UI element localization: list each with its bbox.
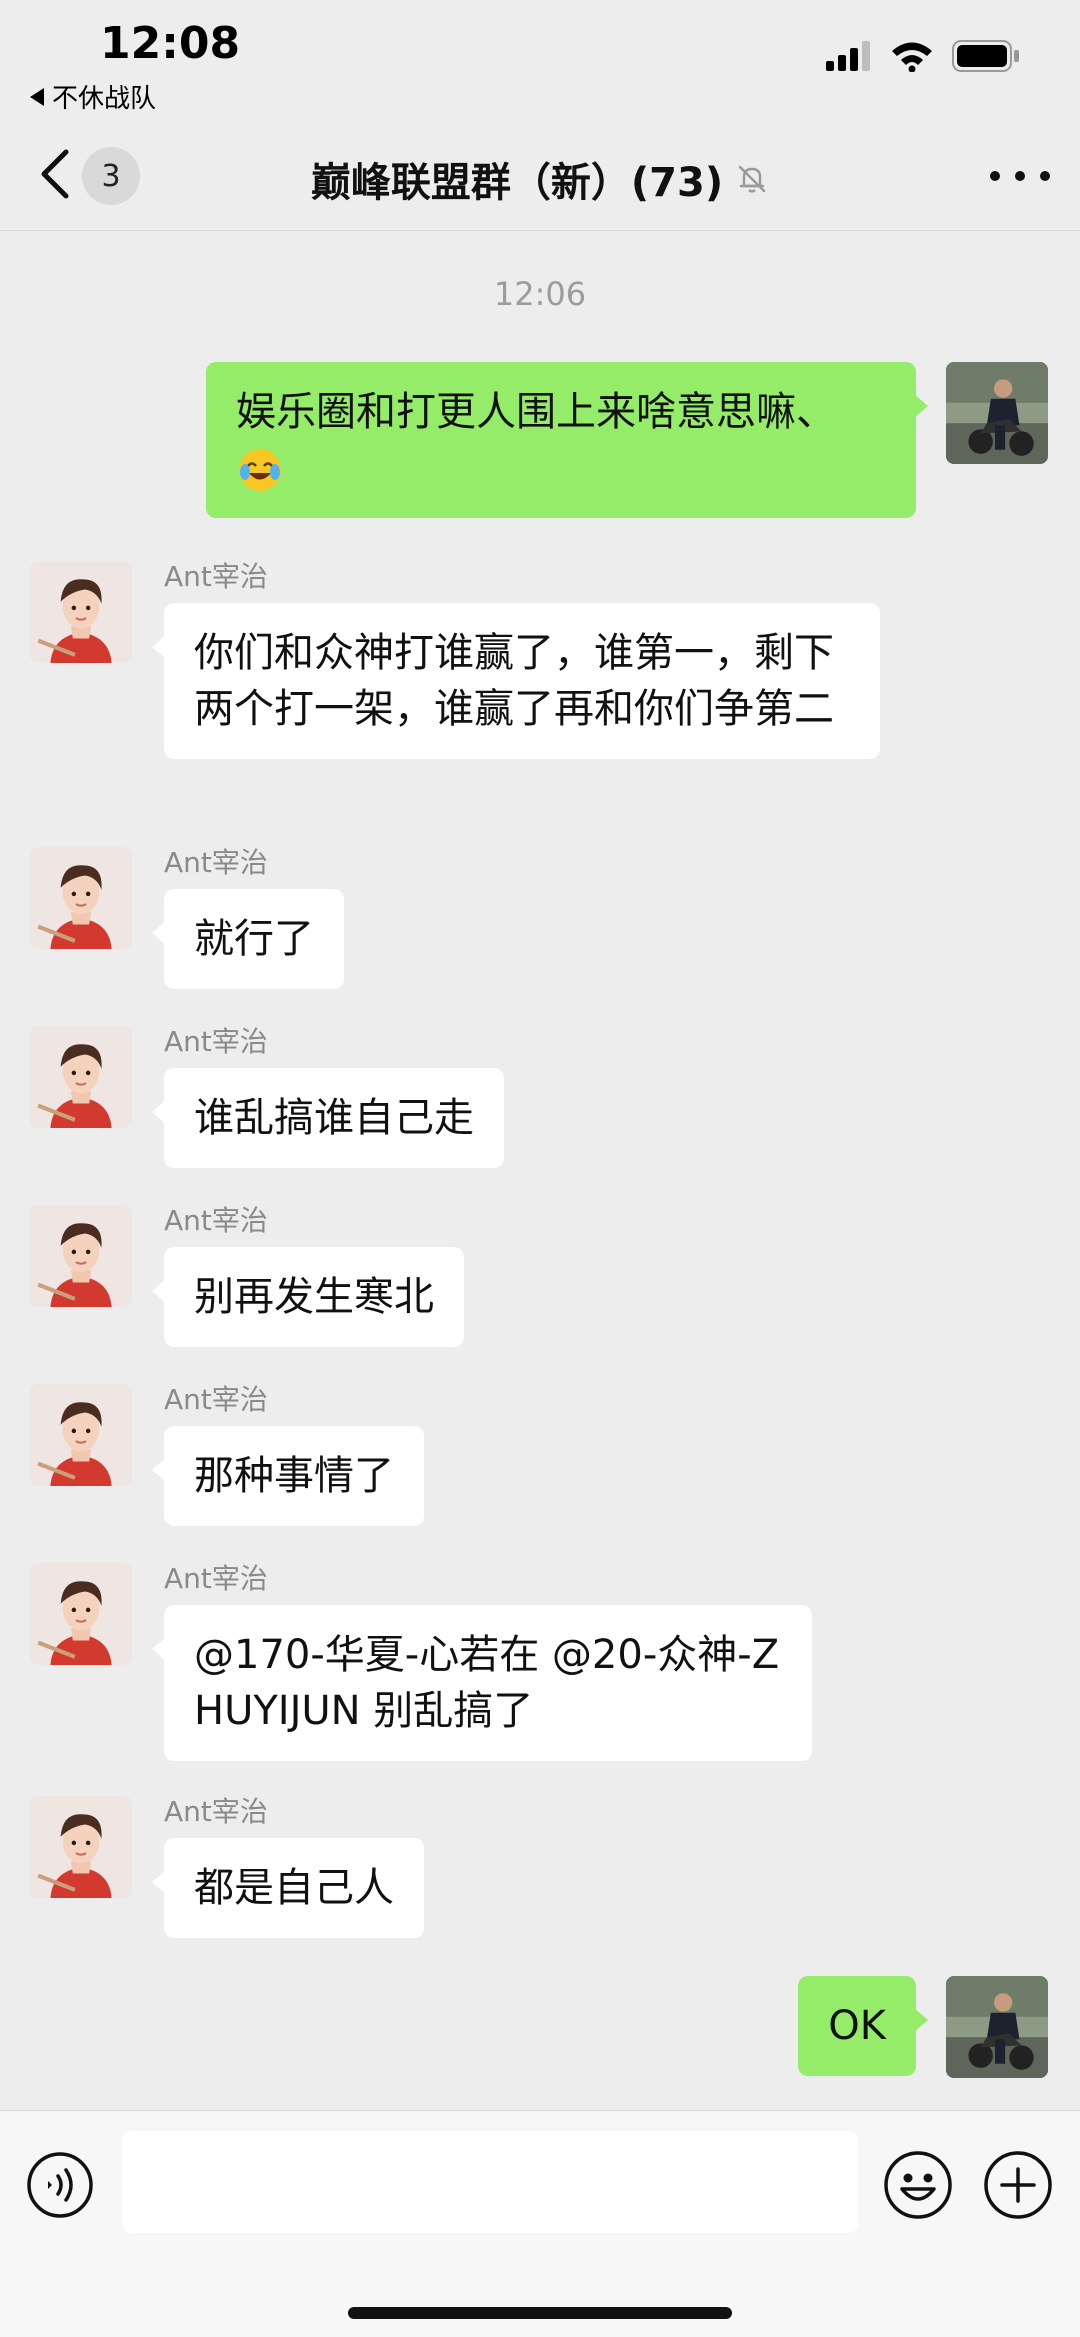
outgoing-bubble[interactable]: OK: [798, 1976, 928, 2076]
dot-icon: [1040, 171, 1050, 181]
message-text: @170-华夏-心若在 @20-众神-ZHUYIJUN 别乱搞了: [194, 1632, 780, 1734]
incoming-bubble[interactable]: @170-华夏-心若在 @20-众神-ZHUYIJUN 别乱搞了: [152, 1605, 812, 1761]
input-bar: [0, 2110, 1080, 2337]
dot-icon: [1015, 171, 1025, 181]
emoji-picker-icon[interactable]: [882, 2149, 954, 2221]
message-text: OK: [828, 2003, 886, 2049]
sender-avatar[interactable]: [30, 847, 132, 949]
sender-name: Ant宰治: [164, 560, 268, 593]
back-app-label: 不休战队: [52, 84, 157, 114]
crying-laughing-emoji-icon: [239, 449, 281, 491]
my-avatar[interactable]: [946, 1976, 1048, 2078]
nav-bar: 3 巅峰联盟群（新）(73): [0, 120, 1080, 231]
back-to-app-link[interactable]: 不休战队: [30, 78, 156, 115]
status-time: 12:08: [100, 18, 241, 69]
back-triangle-icon: [30, 87, 44, 106]
incoming-bubble[interactable]: 别再发生寒北: [152, 1247, 464, 1347]
message-timestamp: 12:06: [493, 275, 587, 313]
cellular-signal-icon: [826, 41, 870, 71]
my-avatar[interactable]: [946, 362, 1048, 464]
incoming-bubble[interactable]: 你们和众神打谁赢了，谁第一，剩下两个打一架，谁赢了再和你们争第二: [152, 603, 880, 759]
message-text: 别再发生寒北: [194, 1274, 434, 1320]
message-text: 你们和众神打谁赢了，谁第一，剩下两个打一架，谁赢了再和你们争第二: [194, 630, 834, 732]
sender-name: Ant宰治: [164, 1795, 268, 1828]
message-text: 那种事情了: [194, 1453, 394, 1499]
dot-icon: [990, 171, 1000, 181]
sender-avatar[interactable]: [30, 1384, 132, 1486]
voice-input-icon[interactable]: [26, 2151, 94, 2219]
battery-icon: [952, 40, 1019, 72]
message-text: 娱乐圈和打更人围上来啥意思嘛、: [236, 389, 836, 435]
message-text: 谁乱搞谁自己走: [194, 1095, 474, 1141]
message-text: 都是自己人: [194, 1865, 394, 1911]
outgoing-bubble[interactable]: 娱乐圈和打更人围上来啥意思嘛、: [206, 362, 928, 518]
message-text: 就行了: [194, 916, 314, 962]
more-options-button[interactable]: [990, 156, 1050, 196]
message-input[interactable]: [122, 2131, 858, 2233]
home-indicator: [348, 2307, 732, 2319]
wifi-icon: [892, 42, 932, 72]
chat-title: 巅峰联盟群（新）(73): [310, 160, 724, 206]
sender-name: Ant宰治: [164, 846, 268, 879]
sender-name: Ant宰治: [164, 1025, 268, 1058]
sender-name: Ant宰治: [164, 1383, 268, 1416]
mute-bell-icon: [738, 165, 766, 193]
sender-name: Ant宰治: [164, 1204, 268, 1237]
incoming-bubble[interactable]: 就行了: [152, 889, 344, 989]
chat-area[interactable]: 12:06 娱乐圈和打更人围上来啥意思嘛、 Ant宰治 你们和众神打谁赢了，谁第…: [0, 231, 1080, 2111]
incoming-bubble[interactable]: 都是自己人: [152, 1838, 424, 1938]
sender-name: Ant宰治: [164, 1562, 268, 1595]
sender-avatar[interactable]: [30, 1563, 132, 1665]
status-bar: 12:08 不休战队: [0, 0, 1080, 120]
sender-avatar[interactable]: [30, 1205, 132, 1307]
more-actions-plus-icon[interactable]: [982, 2149, 1054, 2221]
status-icons: [826, 40, 1020, 72]
incoming-bubble[interactable]: 那种事情了: [152, 1426, 424, 1526]
sender-avatar[interactable]: [30, 561, 132, 663]
sender-avatar[interactable]: [30, 1026, 132, 1128]
incoming-bubble[interactable]: 谁乱搞谁自己走: [152, 1068, 504, 1168]
sender-avatar[interactable]: [30, 1796, 132, 1898]
